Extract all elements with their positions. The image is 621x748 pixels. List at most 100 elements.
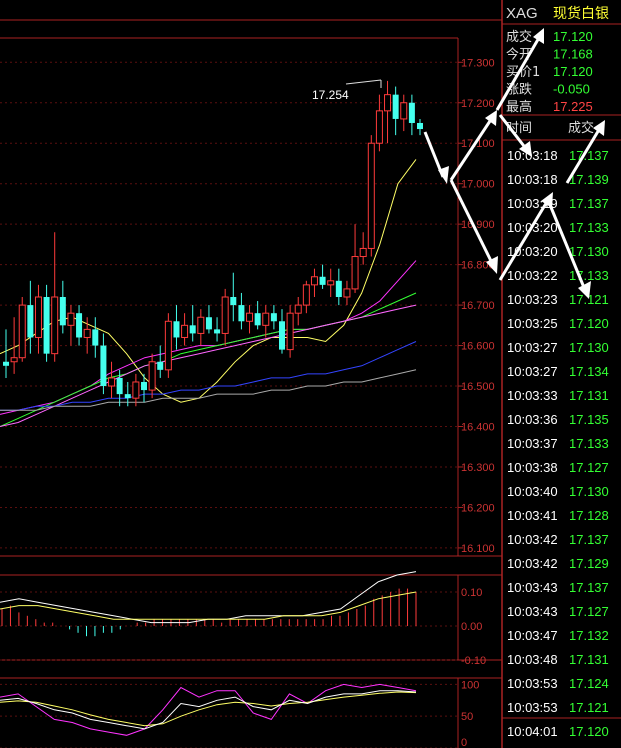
- tick-price: 17.120: [569, 724, 609, 739]
- candle-body: [230, 297, 237, 306]
- ticks-col-price: 成交: [568, 120, 594, 136]
- candle-body: [359, 247, 367, 258]
- kdj-tick-label: 100: [461, 679, 479, 691]
- macd-tick-label: -0.10: [461, 655, 486, 667]
- candle-body: [18, 304, 26, 359]
- tick-price: 17.133: [569, 268, 609, 283]
- candle-body: [214, 329, 221, 334]
- candle-body: [124, 394, 131, 399]
- candle: [18, 297, 26, 362]
- tick-price: 17.133: [569, 436, 609, 451]
- macd-tick-label: 0.10: [461, 587, 482, 599]
- candle-body: [27, 305, 34, 338]
- candle-body: [343, 288, 351, 298]
- tick-price: 17.137: [569, 532, 609, 547]
- tick-price: 17.137: [569, 196, 609, 211]
- candle-body: [141, 381, 147, 391]
- candle-body: [100, 345, 107, 387]
- price-tick-label: 17.300: [461, 57, 495, 69]
- kdj-tick-label: 0: [461, 737, 467, 748]
- trading-chart: 17.30017.20017.10017.00016.90016.80016.7…: [0, 0, 621, 748]
- price-tick-label: 17.000: [461, 179, 495, 191]
- tick-price: 17.133: [569, 220, 609, 235]
- candle-body: [246, 312, 254, 322]
- tick-time: 10:03:22: [507, 268, 558, 283]
- tick-time: 10:03:18: [507, 172, 558, 187]
- tick-price: 17.127: [569, 604, 609, 619]
- tick-time: 10:03:43: [507, 580, 558, 595]
- quote-label: 最高: [506, 99, 532, 115]
- candle-body: [83, 328, 91, 338]
- candle-body: [408, 102, 415, 123]
- candle-body: [270, 313, 277, 322]
- quote-value: 17.225: [553, 99, 593, 114]
- quote-value: 17.168: [553, 47, 593, 62]
- candle-body: [67, 312, 75, 326]
- tick-time: 10:04:01: [507, 724, 558, 739]
- candle: [164, 313, 172, 378]
- candle-body: [384, 94, 392, 112]
- symbol-name: 现货白银: [553, 5, 609, 22]
- tick-time: 10:03:27: [507, 340, 558, 355]
- candle-body: [367, 142, 375, 249]
- tick-price: 17.132: [569, 628, 609, 643]
- candle-body: [262, 312, 270, 326]
- candle-body: [34, 296, 42, 338]
- tick-time: 10:03:38: [507, 460, 558, 475]
- tick-time: 10:03:18: [507, 148, 558, 163]
- price-tick-label: 17.200: [461, 98, 495, 110]
- candle-body: [400, 102, 408, 120]
- tick-price: 17.130: [569, 484, 609, 499]
- price-tick-label: 16.500: [461, 381, 495, 393]
- tick-time: 10:03:53: [507, 700, 558, 715]
- candle-body: [76, 313, 83, 338]
- tick-time: 10:03:33: [507, 388, 558, 403]
- tick-time: 10:03:36: [507, 412, 558, 427]
- candle-body: [132, 381, 140, 399]
- candle-body: [10, 357, 18, 363]
- tick-price: 17.121: [569, 700, 609, 715]
- tick-price: 17.124: [569, 676, 609, 691]
- tick-price: 17.134: [569, 364, 609, 379]
- candle-body: [51, 296, 59, 355]
- candle-body: [302, 284, 310, 306]
- tick-price: 17.128: [569, 508, 609, 523]
- tick-price: 17.131: [569, 388, 609, 403]
- quote-value: 17.120: [553, 64, 593, 79]
- candle-body: [310, 276, 318, 286]
- candle-body: [279, 321, 285, 350]
- price-tick-label: 16.300: [461, 462, 495, 474]
- tick-time: 10:03:43: [507, 604, 558, 619]
- tick-time: 10:03:40: [507, 484, 558, 499]
- candle-body: [197, 316, 205, 334]
- tick-price: 17.131: [569, 652, 609, 667]
- candle-body: [335, 280, 342, 297]
- candle-body: [392, 94, 399, 119]
- price-tick-label: 16.600: [461, 341, 495, 353]
- candle-body: [181, 324, 189, 338]
- tick-time: 10:03:42: [507, 556, 558, 571]
- quote-value: 17.120: [553, 29, 593, 44]
- candle: [286, 305, 294, 358]
- candle: [367, 135, 375, 257]
- tick-price: 17.135: [569, 412, 609, 427]
- price-tick-label: 16.200: [461, 502, 495, 514]
- symbol-code: XAG: [506, 5, 538, 22]
- candle-body: [189, 325, 196, 334]
- quote-value: -0.050: [553, 82, 590, 97]
- price-tick-label: 16.700: [461, 300, 495, 312]
- candle-body: [157, 361, 164, 370]
- candle-body: [43, 297, 50, 354]
- candle-body: [205, 317, 212, 330]
- candle-body: [417, 122, 423, 130]
- macd-tick-label: 0.00: [461, 621, 482, 633]
- tick-price: 17.127: [569, 460, 609, 475]
- tick-price: 17.139: [569, 172, 609, 187]
- candle-body: [3, 361, 9, 366]
- candle-body: [59, 297, 66, 326]
- candle-body: [221, 296, 229, 334]
- tick-price: 17.129: [569, 556, 609, 571]
- tick-price: 17.120: [569, 316, 609, 331]
- high-annotation-label: 17.254: [312, 88, 349, 102]
- tick-price: 17.130: [569, 244, 609, 259]
